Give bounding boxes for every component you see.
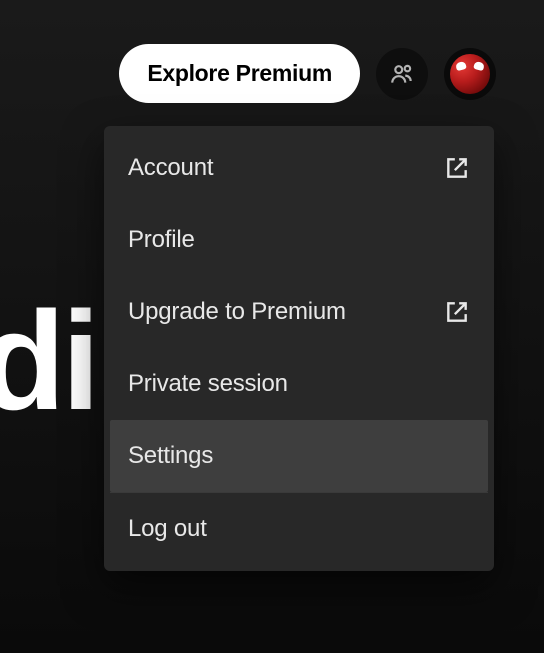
avatar-image [450, 54, 490, 94]
menu-item-label: Profile [128, 226, 195, 254]
menu-item-label: Log out [128, 515, 207, 543]
menu-item-label: Upgrade to Premium [128, 298, 346, 326]
external-link-icon [444, 155, 470, 181]
menu-item-label: Account [128, 154, 213, 182]
menu-item-profile[interactable]: Profile [110, 204, 488, 276]
menu-item-label: Private session [128, 370, 288, 398]
menu-item-private-session[interactable]: Private session [110, 348, 488, 420]
background-text: di [0, 280, 96, 442]
profile-avatar-button[interactable] [444, 48, 496, 100]
top-bar: Explore Premium [0, 0, 544, 103]
menu-item-upgrade-premium[interactable]: Upgrade to Premium [110, 276, 488, 348]
menu-item-logout[interactable]: Log out [110, 493, 488, 565]
menu-item-account[interactable]: Account [110, 132, 488, 204]
menu-item-settings[interactable]: Settings [110, 420, 488, 492]
menu-item-label: Settings [128, 442, 213, 470]
external-link-icon [444, 299, 470, 325]
explore-premium-button[interactable]: Explore Premium [119, 44, 360, 103]
friends-activity-button[interactable] [376, 48, 428, 100]
user-menu-dropdown: Account Profile Upgrade to Premium Priva… [104, 126, 494, 571]
people-icon [389, 61, 415, 87]
